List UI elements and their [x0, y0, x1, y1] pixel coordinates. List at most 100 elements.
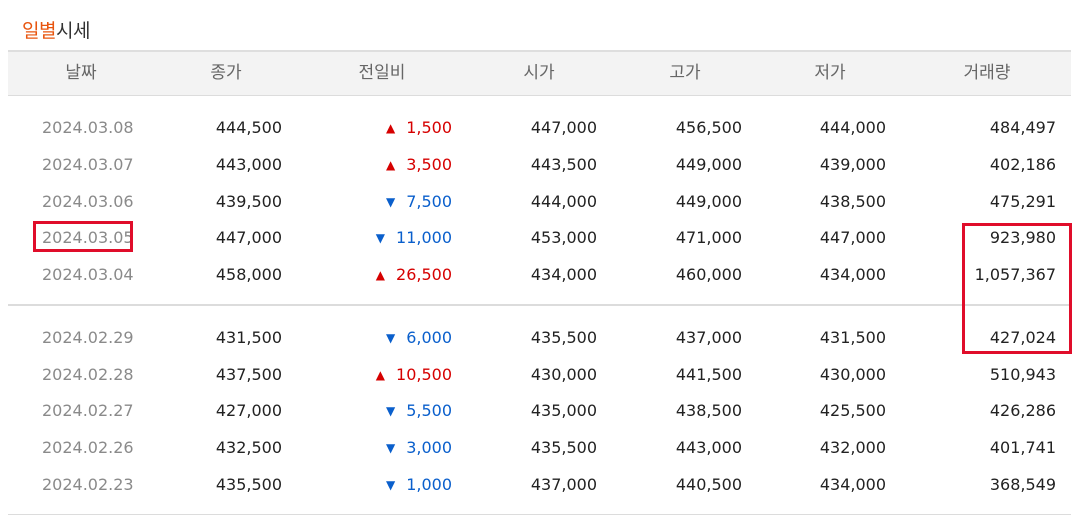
- triangle-up-icon: ▲: [375, 368, 386, 382]
- triangle-down-icon: ▼: [385, 331, 396, 345]
- cell-change-value: 7,500: [406, 192, 452, 211]
- header-low: 저가: [814, 63, 846, 83]
- table-row: 2024.02.28 437,500 ▲ 10,500 430,000 441,500 43…: [8, 356, 1071, 393]
- triangle-down-icon: ▼: [385, 478, 396, 492]
- cell-date: 2024.02.28: [42, 365, 134, 384]
- cell-change: ▼ 6,000: [386, 319, 452, 356]
- cell-change-value: 3,000: [406, 438, 452, 457]
- cell-close: 432,500: [215, 438, 282, 457]
- cell-change-value: 3,500: [406, 155, 452, 174]
- table-bottom-border: [8, 514, 1071, 515]
- header-date: 날짜: [65, 63, 97, 83]
- highlight-box-volume: [962, 223, 1072, 354]
- cell-open: 435,000: [530, 401, 597, 420]
- cell-change: ▲ 26,500: [376, 256, 452, 293]
- cell-low: 430,000: [819, 365, 886, 384]
- cell-change: ▼ 7,500: [386, 183, 452, 220]
- cell-close: 427,000: [215, 401, 282, 420]
- cell-change-value: 6,000: [406, 328, 452, 347]
- cell-change: ▲ 3,500: [386, 146, 452, 183]
- cell-date: 2024.02.23: [42, 475, 134, 494]
- cell-high: 437,000: [675, 328, 742, 347]
- cell-low: 434,000: [819, 475, 886, 494]
- cell-low: 434,000: [819, 265, 886, 284]
- cell-high: 438,500: [675, 401, 742, 420]
- cell-volume: 510,943: [989, 365, 1056, 384]
- cell-volume: 368,549: [989, 475, 1056, 494]
- cell-low: 438,500: [819, 192, 886, 211]
- triangle-down-icon: ▼: [385, 404, 396, 418]
- cell-low: 431,500: [819, 328, 886, 347]
- table-row: 2024.03.05 447,000 ▼ 11,000 453,000 471,000 44…: [8, 219, 1071, 256]
- highlight-box-date: [33, 221, 133, 252]
- cell-change: ▼ 5,500: [386, 392, 452, 429]
- cell-volume: 402,186: [989, 155, 1056, 174]
- cell-low: 432,000: [819, 438, 886, 457]
- cell-change: ▲ 1,500: [386, 109, 452, 146]
- cell-change-value: 10,500: [396, 365, 452, 384]
- header-close: 종가: [210, 63, 242, 83]
- triangle-down-icon: ▼: [385, 195, 396, 209]
- cell-change: ▼ 3,000: [386, 429, 452, 466]
- cell-change-value: 1,500: [406, 118, 452, 137]
- section-title-accent: 일별: [22, 20, 56, 42]
- table-row: 2024.03.08 444,500 ▲ 1,500 447,000 456,500 444…: [8, 109, 1071, 146]
- cell-high: 460,000: [675, 265, 742, 284]
- cell-high: 449,000: [675, 155, 742, 174]
- cell-volume: 426,286: [989, 401, 1056, 420]
- cell-close: 435,500: [215, 475, 282, 494]
- cell-change-value: 26,500: [396, 265, 452, 284]
- week-divider: [8, 304, 1071, 306]
- table-row: 2024.03.07 443,000 ▲ 3,500 443,500 449,000 439…: [8, 146, 1071, 183]
- cell-date: 2024.03.08: [42, 118, 134, 137]
- cell-open: 447,000: [530, 118, 597, 137]
- cell-close: 444,500: [215, 118, 282, 137]
- cell-date: 2024.03.07: [42, 155, 134, 174]
- header-change: 전일비: [358, 63, 406, 83]
- table-row: 2024.02.27 427,000 ▼ 5,500 435,000 438,500 425…: [8, 392, 1071, 429]
- triangle-up-icon: ▲: [375, 268, 386, 282]
- cell-open: 434,000: [530, 265, 597, 284]
- table-row: 2024.03.06 439,500 ▼ 7,500 444,000 449,000 438…: [8, 183, 1071, 220]
- header-high: 고가: [669, 63, 701, 83]
- cell-open: 430,000: [530, 365, 597, 384]
- header-open: 시가: [523, 63, 555, 83]
- cell-close: 458,000: [215, 265, 282, 284]
- table-row: 2024.02.23 435,500 ▼ 1,000 437,000 440,500 434…: [8, 466, 1071, 503]
- table-row: 2024.03.04 458,000 ▲ 26,500 434,000 460,000 43…: [8, 256, 1071, 293]
- cell-open: 453,000: [530, 228, 597, 247]
- cell-change: ▼ 11,000: [376, 219, 452, 256]
- cell-low: 439,000: [819, 155, 886, 174]
- cell-change-value: 5,500: [406, 401, 452, 420]
- section-title: 일별시세: [22, 18, 90, 44]
- cell-date: 2024.03.04: [42, 265, 134, 284]
- cell-date: 2024.03.06: [42, 192, 134, 211]
- cell-open: 437,000: [530, 475, 597, 494]
- table-header: 날짜 종가 전일비 시가 고가 저가 거래량: [8, 52, 1071, 96]
- cell-date: 2024.02.29: [42, 328, 134, 347]
- cell-open: 444,000: [530, 192, 597, 211]
- cell-high: 440,500: [675, 475, 742, 494]
- cell-high: 449,000: [675, 192, 742, 211]
- cell-volume: 484,497: [989, 118, 1056, 137]
- table-row: 2024.02.26 432,500 ▼ 3,000 435,500 443,000 432…: [8, 429, 1071, 466]
- cell-open: 435,500: [530, 438, 597, 457]
- cell-volume: 475,291: [989, 192, 1056, 211]
- cell-volume: 401,741: [989, 438, 1056, 457]
- cell-high: 443,000: [675, 438, 742, 457]
- cell-close: 443,000: [215, 155, 282, 174]
- cell-date: 2024.02.27: [42, 401, 134, 420]
- cell-close: 439,500: [215, 192, 282, 211]
- triangle-down-icon: ▼: [385, 441, 396, 455]
- cell-low: 425,500: [819, 401, 886, 420]
- cell-low: 447,000: [819, 228, 886, 247]
- triangle-up-icon: ▲: [385, 121, 396, 135]
- cell-change: ▲ 10,500: [376, 356, 452, 393]
- cell-high: 471,000: [675, 228, 742, 247]
- cell-change: ▼ 1,000: [386, 466, 452, 503]
- header-volume: 거래량: [963, 63, 1011, 83]
- section-title-rest: 시세: [55, 20, 90, 42]
- cell-open: 443,500: [530, 155, 597, 174]
- cell-date: 2024.02.26: [42, 438, 134, 457]
- cell-close: 447,000: [215, 228, 282, 247]
